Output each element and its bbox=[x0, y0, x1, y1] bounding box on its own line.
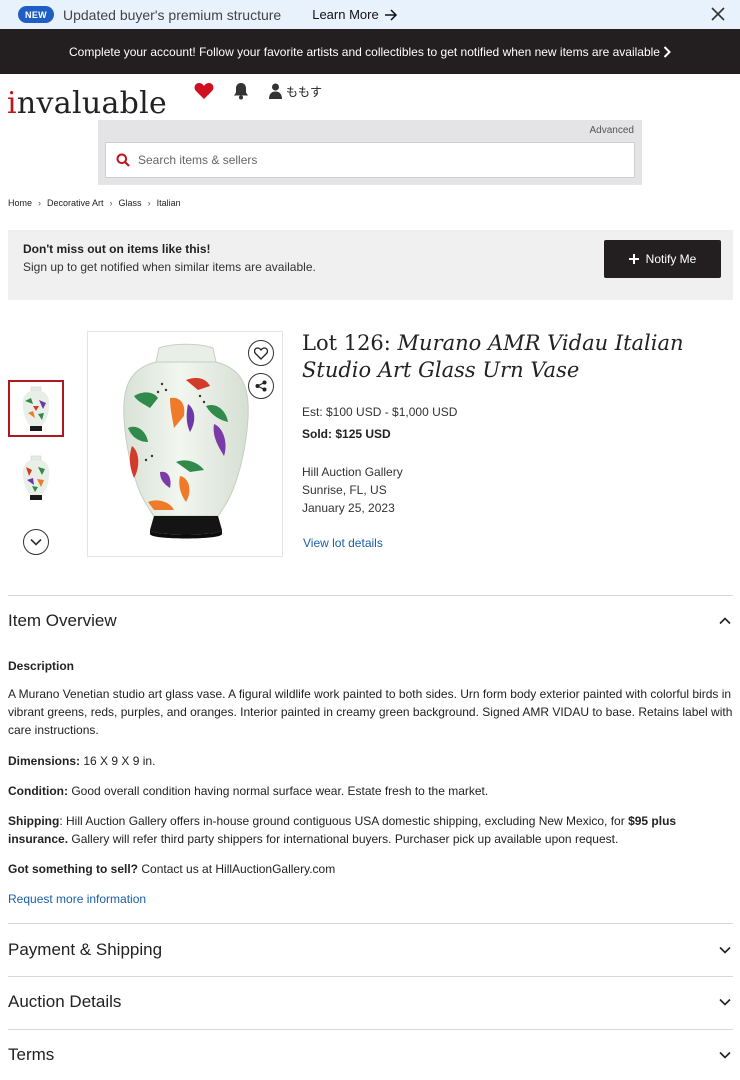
plus-icon bbox=[628, 254, 639, 264]
condition: Condition: Good overall condition having… bbox=[8, 784, 489, 798]
shipping-info: Shipping: Hill Auction Gallery offers in… bbox=[8, 814, 677, 846]
sold-price: Sold: $125 USD bbox=[302, 427, 391, 441]
vase-image bbox=[123, 343, 249, 539]
notify-me-button[interactable]: Notify Me bbox=[604, 240, 721, 278]
description-text: A Murano Venetian studio art glass vase.… bbox=[8, 687, 733, 737]
terms-title: Terms bbox=[8, 1045, 55, 1064]
auction-house-info: Hill Auction Gallery Sunrise, FL, US Jan… bbox=[302, 463, 403, 517]
breadcrumb-separator: › bbox=[38, 198, 42, 208]
heart-icon[interactable] bbox=[194, 82, 214, 100]
divider bbox=[8, 923, 733, 924]
arrow-right-icon bbox=[384, 8, 397, 21]
auction-date: January 25, 2023 bbox=[302, 501, 395, 515]
dimensions: Dimensions: 16 X 9 X 9 in. bbox=[8, 754, 156, 768]
sell-info: Got something to sell? Contact us at Hil… bbox=[8, 862, 336, 876]
item-overview-title: Item Overview bbox=[8, 611, 117, 630]
user-name[interactable]: ももす bbox=[286, 83, 322, 100]
estimate: Est: $100 USD - $1,000 USD bbox=[302, 405, 458, 419]
breadcrumb-glass[interactable]: Glass bbox=[119, 198, 142, 208]
search-box[interactable] bbox=[105, 142, 635, 178]
favorite-button[interactable] bbox=[248, 340, 274, 366]
sold-label: Sold: bbox=[302, 427, 332, 441]
breadcrumb-separator: › bbox=[109, 198, 113, 208]
announcement-bar: NEW Updated buyer's premium structure Le… bbox=[0, 0, 740, 29]
bell-icon[interactable] bbox=[233, 82, 249, 100]
request-more-info-link[interactable]: Request more information bbox=[8, 892, 146, 906]
sold-value: $125 USD bbox=[335, 427, 391, 441]
breadcrumb: Home › Decorative Art › Glass › Italian bbox=[8, 198, 181, 208]
auction-details-header[interactable]: Auction Details bbox=[8, 990, 733, 1014]
thumbnails-scroll-down-button[interactable] bbox=[23, 529, 49, 555]
auction-location: Sunrise, FL, US bbox=[302, 483, 387, 497]
chevron-down-icon bbox=[719, 946, 731, 954]
notify-subtitle: Sign up to get notified when similar ite… bbox=[23, 260, 316, 274]
auction-house-name[interactable]: Hill Auction Gallery bbox=[302, 463, 403, 481]
main-lot-image[interactable] bbox=[87, 331, 283, 557]
learn-more-link[interactable]: Learn More bbox=[312, 7, 397, 22]
search-input[interactable] bbox=[138, 153, 618, 167]
close-icon[interactable] bbox=[710, 6, 726, 22]
notify-title: Don't miss out on items like this! bbox=[23, 242, 211, 256]
vase-thumbnail-image bbox=[22, 386, 50, 431]
new-badge: NEW bbox=[18, 6, 54, 23]
payment-shipping-header[interactable]: Payment & Shipping bbox=[8, 938, 733, 962]
header-icons: ももす bbox=[194, 82, 322, 100]
description-label: Description bbox=[8, 659, 75, 673]
breadcrumb-home[interactable]: Home bbox=[8, 198, 32, 208]
breadcrumb-decorative-art[interactable]: Decorative Art bbox=[47, 198, 104, 208]
divider bbox=[8, 1029, 733, 1030]
search-area: Advanced bbox=[98, 120, 642, 185]
divider bbox=[8, 595, 733, 596]
breadcrumb-separator: › bbox=[147, 198, 151, 208]
lot-title: Lot 126: Murano AMR Vidau Italian Studio… bbox=[302, 330, 722, 384]
chevron-down-icon bbox=[30, 538, 42, 546]
chevron-right-icon bbox=[663, 45, 671, 58]
share-icon bbox=[255, 380, 267, 392]
view-lot-details-link[interactable]: View lot details bbox=[303, 536, 383, 550]
share-button[interactable] bbox=[248, 373, 274, 399]
announcement-text: Updated buyer's premium structure bbox=[63, 6, 282, 23]
divider bbox=[8, 976, 733, 977]
lot-number: Lot 126: bbox=[302, 331, 398, 355]
banner-text: Complete your account! Follow your favor… bbox=[69, 44, 660, 59]
advanced-search-link[interactable]: Advanced bbox=[590, 125, 634, 136]
payment-shipping-title: Payment & Shipping bbox=[8, 940, 163, 959]
notify-me-label: Notify Me bbox=[645, 252, 697, 266]
notify-panel: Don't miss out on items like this! Sign … bbox=[8, 230, 733, 300]
invaluable-logo[interactable]: invaluable bbox=[7, 86, 167, 121]
chevron-down-icon bbox=[719, 998, 731, 1006]
item-overview-header[interactable]: Item Overview bbox=[8, 609, 733, 633]
vase-thumbnail-image bbox=[22, 455, 50, 500]
search-icon bbox=[116, 153, 130, 167]
chevron-up-icon bbox=[719, 617, 731, 625]
heart-outline-icon bbox=[254, 346, 268, 360]
complete-account-banner[interactable]: Complete your account! Follow your favor… bbox=[0, 29, 740, 74]
thumbnail-1[interactable] bbox=[8, 380, 64, 437]
thumbnail-2[interactable] bbox=[8, 449, 64, 506]
breadcrumb-italian[interactable]: Italian bbox=[157, 198, 181, 208]
user-icon[interactable] bbox=[269, 83, 282, 99]
chevron-down-icon bbox=[719, 1051, 731, 1059]
learn-more-label: Learn More bbox=[312, 7, 379, 22]
terms-header[interactable]: Terms bbox=[8, 1043, 733, 1067]
auction-details-title: Auction Details bbox=[8, 992, 122, 1011]
